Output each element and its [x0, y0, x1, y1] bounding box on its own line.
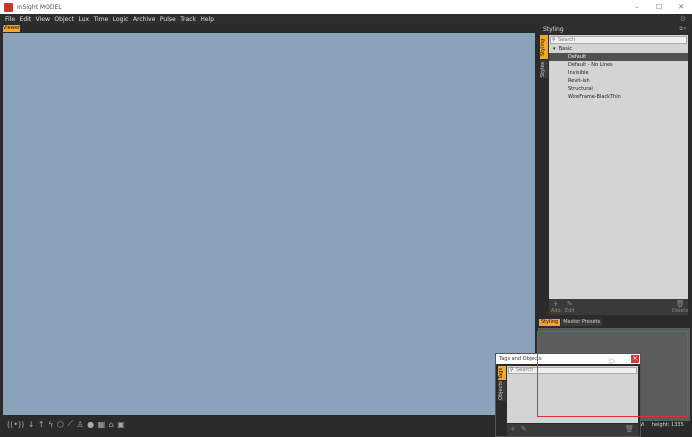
- tree-root-label: Basic: [558, 46, 572, 52]
- tree-item[interactable]: Default - No Lines: [549, 61, 688, 69]
- vtab-objects[interactable]: Objects: [498, 381, 506, 401]
- grid-icon[interactable]: ▦: [98, 420, 106, 429]
- link-icon[interactable]: ⟋: [67, 419, 73, 429]
- antenna-icon[interactable]: ((•)): [7, 420, 24, 429]
- menu-edit[interactable]: Edit: [20, 16, 32, 23]
- edit-label: Edit: [565, 308, 575, 314]
- app-logo-icon: [4, 2, 13, 12]
- close-button[interactable]: ✕: [670, 3, 692, 11]
- styling-actions-bar: + Add ✎ Edit 🗑 Delete: [549, 299, 688, 315]
- delete-label: Delete: [672, 308, 689, 314]
- mouse-cursor-icon: ➤: [608, 357, 616, 367]
- search-placeholder: Search: [558, 37, 576, 43]
- arrow-up-icon[interactable]: ↑: [38, 420, 45, 429]
- tree-item[interactable]: Default: [549, 53, 688, 61]
- dock-icon[interactable]: ⧉✕: [679, 25, 687, 34]
- height-readout: height: 1335: [651, 422, 684, 428]
- vtab-tags[interactable]: Tags: [498, 366, 506, 380]
- menu-view[interactable]: View: [36, 16, 50, 23]
- menu-time[interactable]: Time: [94, 16, 109, 23]
- panel-bottom-tabs: Styling Master Presets: [539, 319, 603, 326]
- tree-item[interactable]: Structural: [549, 85, 688, 93]
- menu-logic[interactable]: Logic: [113, 16, 129, 23]
- settings-icon[interactable]: ▣: [117, 420, 125, 429]
- plus-icon: +: [552, 300, 559, 308]
- person-icon[interactable]: ♙: [76, 420, 83, 429]
- menu-track[interactable]: Track: [180, 16, 196, 23]
- styling-panel: ⚲ Search ▾ Basic Default Default - No Li…: [549, 35, 688, 315]
- add-button[interactable]: + Add: [551, 300, 561, 314]
- menu-file[interactable]: File: [5, 16, 15, 23]
- maximize-button[interactable]: ☐: [648, 3, 670, 11]
- sphere-icon[interactable]: ●: [87, 420, 94, 429]
- add-label: Add: [551, 308, 561, 314]
- pencil-icon: ✎: [566, 300, 573, 308]
- styling-panel-title: Styling ⧉✕: [540, 25, 690, 34]
- window-controls: – ☐ ✕: [626, 3, 692, 11]
- highlight-rectangle: [537, 331, 688, 417]
- panel-title-text: Styling: [543, 26, 564, 33]
- styling-vertical-tabs: Styling Styles: [540, 35, 548, 79]
- pencil-icon[interactable]: ✎: [521, 425, 527, 433]
- arrow-down-icon[interactable]: ↓: [28, 420, 35, 429]
- menu-lux[interactable]: Lux: [78, 16, 89, 23]
- plus-icon[interactable]: +: [510, 425, 516, 433]
- delete-button[interactable]: 🗑 Delete: [672, 300, 688, 314]
- menu-archive[interactable]: Archive: [133, 16, 155, 23]
- tags-window-title: Tags and Objects: [499, 356, 542, 362]
- menu-pulse[interactable]: Pulse: [160, 16, 176, 23]
- bottom-toolbar: ((•)) ↓ ↑ ϟ ⬡ ⟋ ♙ ● ▦ ⌂ ▣: [3, 415, 535, 433]
- vtab-styling[interactable]: Styling: [540, 35, 548, 59]
- tab-master-presets[interactable]: Master Presets: [561, 319, 603, 326]
- menu-help[interactable]: Help: [200, 16, 214, 23]
- menu-object[interactable]: Object: [54, 16, 74, 23]
- styling-search-input[interactable]: ⚲ Search: [550, 36, 687, 44]
- status-bar: Wi height: 1335: [638, 422, 684, 428]
- tab-viewer[interactable]: Viewer: [3, 25, 20, 32]
- title-bar: InSight MODEL – ☐ ✕: [0, 0, 692, 14]
- vtab-styles[interactable]: Styles: [540, 60, 548, 78]
- menu-bar: File Edit View Object Lux Time Logic Arc…: [0, 14, 692, 24]
- export-icon[interactable]: ⌂: [109, 420, 114, 429]
- trash-icon[interactable]: 🗑: [625, 425, 634, 433]
- 3d-viewport[interactable]: [3, 33, 535, 415]
- trash-icon: 🗑: [675, 300, 685, 308]
- lightning-icon[interactable]: ϟ: [48, 420, 53, 429]
- minimize-button[interactable]: –: [626, 3, 648, 11]
- edit-button[interactable]: ✎ Edit: [565, 300, 575, 314]
- tags-vertical-tabs: Tags Objects: [498, 366, 506, 402]
- tab-styling[interactable]: Styling: [539, 319, 561, 326]
- window-title: InSight MODEL: [17, 3, 62, 11]
- tree-item[interactable]: WireFrame-BlackThin: [549, 93, 688, 101]
- gear-icon[interactable]: ⚙: [680, 15, 686, 23]
- tags-actions-bar: + ✎ 🗑: [507, 424, 638, 436]
- search-icon: ⚲: [510, 367, 514, 373]
- search-icon: ⚲: [552, 37, 556, 43]
- tree-root-basic[interactable]: ▾ Basic: [549, 45, 688, 53]
- tree-item[interactable]: Invisible: [549, 69, 688, 77]
- tags-search-placeholder: Search: [516, 367, 534, 373]
- cube-icon[interactable]: ⬡: [57, 420, 64, 429]
- tree-item[interactable]: Revit-Ish: [549, 77, 688, 85]
